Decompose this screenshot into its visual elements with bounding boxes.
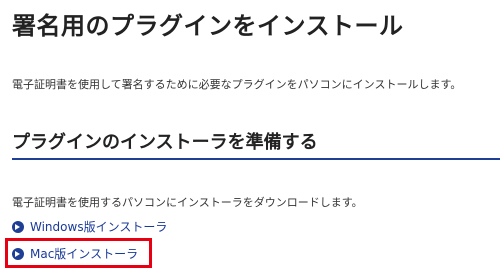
- windows-installer-label: Windows版インストーラ: [30, 220, 168, 234]
- section-description: 電子証明書を使用するパソコンにインストーラをダウンロードします。: [12, 196, 363, 209]
- section-title: プラグインのインストーラを準備する: [12, 132, 318, 153]
- arrow-circle-right-icon: [12, 220, 24, 233]
- page-title: 署名用のプラグインをインストール: [12, 12, 404, 40]
- intro-text: 電子証明書を使用して署名するために必要なプラグインをパソコンにインストールします…: [12, 78, 462, 91]
- page: 署名用のプラグインをインストール 電子証明書を使用して署名するために必要なプラグ…: [0, 0, 500, 269]
- section-divider: [12, 158, 500, 160]
- windows-installer-link[interactable]: Windows版インストーラ: [12, 218, 167, 235]
- mac-installer-highlight: [5, 238, 152, 268]
